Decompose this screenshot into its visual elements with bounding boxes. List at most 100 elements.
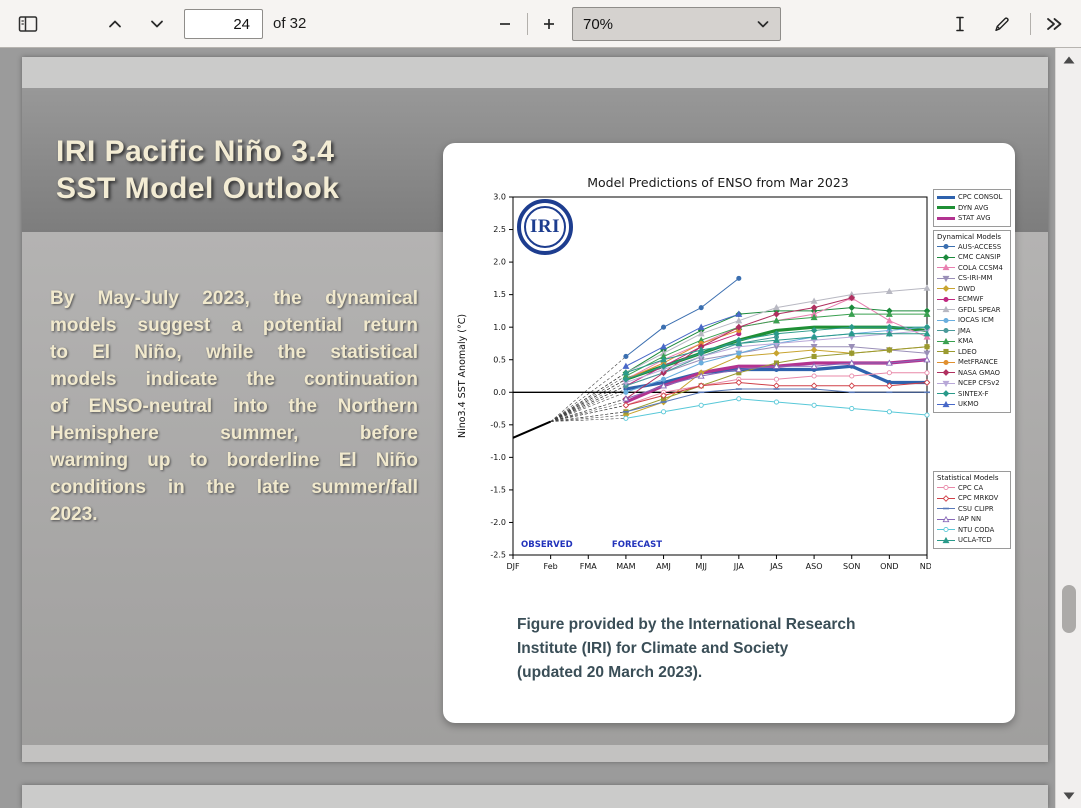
text-line: (updated 20 March 2023). [517,661,977,685]
svg-text:1.0: 1.0 [493,323,506,332]
text-line: models suggest a potential return [50,312,418,339]
svg-text:2.0: 2.0 [493,258,506,267]
svg-text:Nino3.4 SST Anomaly (°C): Nino3.4 SST Anomaly (°C) [457,314,468,438]
legend-entry: MetFRANCE [937,357,1007,368]
more-tools-button[interactable] [1038,8,1070,40]
legend-label: NTU CODA [958,526,994,534]
vertical-scrollbar[interactable] [1055,48,1081,808]
text-line: 2023. [50,501,418,528]
previous-page-button[interactable] [99,8,131,40]
legend-swatch-icon [937,203,955,212]
legend-swatch-icon [937,242,955,251]
svg-text:DJF: DJF [506,562,520,571]
zoom-in-button[interactable] [533,8,565,40]
svg-text:ASO: ASO [806,562,823,571]
legend-label: AUS-ACCESS [958,243,1001,251]
legend-swatch-icon [937,295,955,304]
scroll-down-icon [1062,791,1076,801]
legend-label: NCEP CFSv2 [958,379,1000,387]
chart-legend: CPC CONSOL DYN AVG STAT AVG Dynamical Model… [933,189,1011,552]
legend-entry: SINTEX-F [937,389,1007,400]
legend-label: KMA [958,337,973,345]
svg-text:2.5: 2.5 [493,225,506,234]
legend-group-header: Dynamical Models [937,233,1007,241]
svg-text:3.0: 3.0 [493,193,506,202]
svg-text:1.5: 1.5 [493,290,506,299]
legend-entry: LDEO [937,347,1007,358]
page-number-input[interactable] [184,9,263,39]
legend-entry: UKMO [937,399,1007,410]
legend-swatch-icon [937,400,955,409]
legend-entry: NCEP CFSv2 [937,378,1007,389]
legend-entry: KMA [937,336,1007,347]
iri-logo: IRI [517,199,573,255]
legend-entry: NTU CODA [937,525,1007,536]
legend-entry: DYN AVG [937,203,1007,214]
legend-swatch-icon [937,347,955,356]
pdf-page: IRI Pacific Niño 3.4SST Model Outlook By… [22,57,1048,762]
legend-label: GFDL SPEAR [958,306,1000,314]
plus-icon [542,17,556,31]
legend-label: CS-IRI-MM [958,274,992,282]
legend-entry: ECMWF [937,294,1007,305]
text-line: SST Model Outlook [56,170,340,207]
legend-entry: CS-IRI-MM [937,273,1007,284]
legend-entry: CPC CONSOL [937,192,1007,203]
legend-swatch-icon [937,253,955,262]
next-page-button[interactable] [141,8,173,40]
document-viewport: IRI Pacific Niño 3.4SST Model Outlook By… [0,48,1055,808]
text-cursor-icon [952,15,968,33]
chevron-down-icon [149,17,165,31]
legend-swatch-icon [937,483,955,492]
zoom-select[interactable]: 70% [572,7,781,41]
legend-dynamical-box: Dynamical Models AUS-ACCESS CMC CANSIP COLA… [933,230,1011,413]
legend-swatch-icon [937,368,955,377]
slide-top-strip [22,57,1048,88]
iri-logo-text: IRI [524,206,566,248]
draw-tool-button[interactable] [986,8,1018,40]
legend-swatch-icon [937,494,955,503]
legend-label: DYN AVG [958,204,988,212]
legend-group-header: Statistical Models [937,474,1007,482]
text-line: IRI Pacific Niño 3.4 [56,133,340,170]
slide-title: IRI Pacific Niño 3.4SST Model Outlook [56,133,340,207]
figure-card: Model Predictions of ENSO from Mar 2023 … [443,143,1015,723]
svg-text:FORECAST: FORECAST [612,540,662,550]
text-tool-button[interactable] [944,8,976,40]
svg-text:NDJ: NDJ [920,562,931,571]
zoom-out-button[interactable] [489,8,521,40]
svg-text:JAS: JAS [769,562,783,571]
legend-swatch-icon [937,536,955,545]
svg-text:0.5: 0.5 [493,355,506,364]
legend-swatch-icon [937,316,955,325]
legend-label: CPC MRKOV [958,494,998,502]
toolbar: of 32 70% [0,0,1081,48]
legend-label: CPC CONSOL [958,193,1002,201]
svg-text:OND: OND [880,562,898,571]
legend-entry: UCLA-TCD [937,535,1007,546]
pen-icon [993,15,1011,33]
dropdown-arrow-icon [756,19,770,29]
scrollbar-thumb[interactable] [1062,585,1076,633]
svg-text:-0.5: -0.5 [490,420,506,429]
text-line: By May-July 2023, the dynamical [50,285,418,312]
svg-text:-2.5: -2.5 [490,551,506,560]
svg-text:AMJ: AMJ [656,562,671,571]
text-line: models indicate the continuation [50,366,418,393]
scroll-up-button[interactable] [1056,50,1081,70]
pdf-page-next [22,785,1048,808]
scroll-down-button[interactable] [1056,786,1081,806]
legend-swatch-icon [937,504,955,513]
legend-swatch-icon [937,358,955,367]
text-line: to El Niño, while the statistical [50,339,418,366]
slide-bottom-strip [22,745,1048,762]
legend-label: UCLA-TCD [958,536,992,544]
legend-label: STAT AVG [958,214,991,222]
svg-text:0.0: 0.0 [493,388,506,397]
svg-text:MAM: MAM [616,562,635,571]
legend-label: CMC CANSIP [958,253,1000,261]
slide-body-text: By May-July 2023, the dynamicalmodels su… [50,285,418,528]
legend-label: COLA CCSM4 [958,264,1003,272]
sidebar-toggle-button[interactable] [12,8,44,40]
legend-label: DWD [958,285,975,293]
